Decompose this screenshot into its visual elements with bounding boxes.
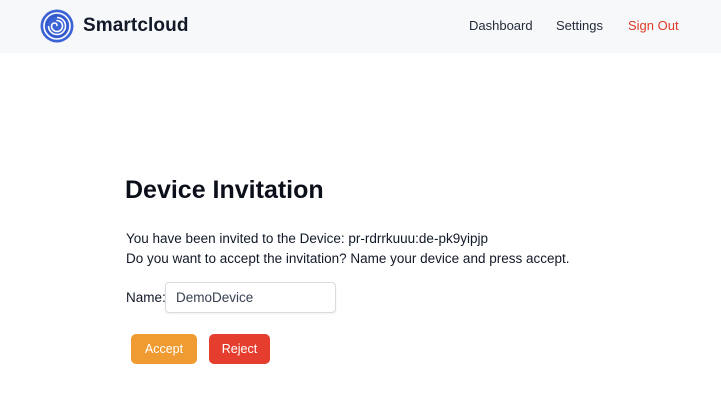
top-navbar: Smartcloud Dashboard Settings Sign Out [0, 0, 721, 53]
device-name-input[interactable] [165, 282, 336, 313]
nav-link-settings[interactable]: Settings [556, 18, 603, 33]
reject-button[interactable]: Reject [209, 334, 270, 364]
name-label: Name: [126, 290, 166, 305]
smartcloud-logo-icon [40, 9, 74, 43]
invitation-message: You have been invited to the Device: pr-… [126, 231, 488, 246]
brand-name: Smartcloud [83, 15, 189, 36]
invitation-instructions: Do you want to accept the invitation? Na… [126, 251, 570, 266]
nav-link-dashboard[interactable]: Dashboard [469, 18, 533, 33]
brand[interactable]: Smartcloud [40, 9, 189, 43]
accept-button[interactable]: Accept [131, 334, 197, 364]
nav-link-sign-out[interactable]: Sign Out [628, 18, 679, 33]
page-title: Device Invitation [125, 176, 324, 204]
